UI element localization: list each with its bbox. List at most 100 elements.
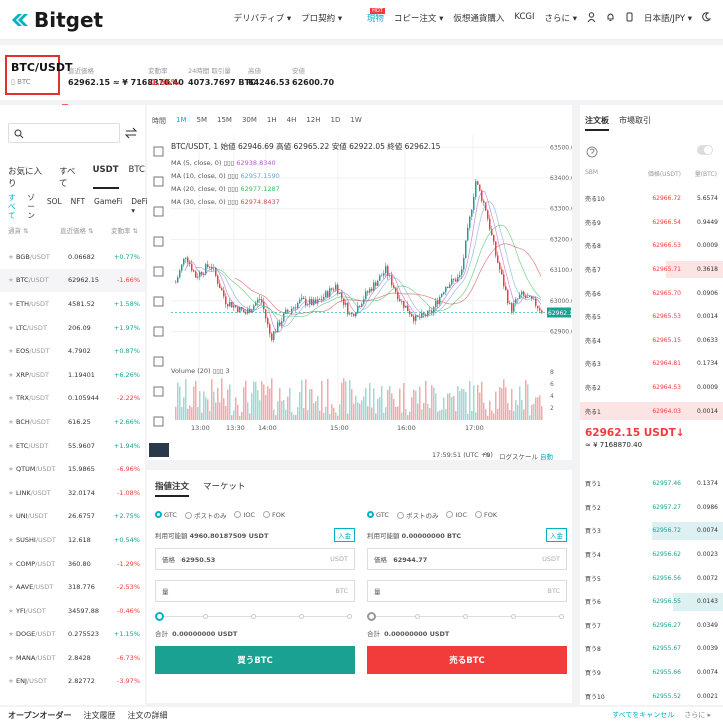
radio-ioc[interactable]: IOC (446, 511, 467, 519)
user-icon[interactable] (587, 12, 596, 25)
radio-post-only[interactable]: ポストのみ (396, 510, 438, 520)
header-price[interactable]: 直近価格 ⇅ (60, 225, 111, 235)
ask-row[interactable]: 売る3 62964.81 0.1734 (580, 352, 723, 376)
buy-btc-button[interactable]: 買うBTC (155, 646, 355, 674)
cancel-all-button[interactable]: すべてをキャンセル (612, 710, 674, 720)
tab-all[interactable]: すべて (59, 165, 83, 189)
chart-percent-toggle[interactable]: % (484, 451, 490, 459)
nav-derivatives[interactable]: デリバティブ ▾ (234, 12, 291, 25)
market-row[interactable]: ★ EOS/USDT 4.7902 +0.87% (0, 339, 145, 363)
bid-row[interactable]: 買う1 62957.46 0.1374 (580, 472, 723, 496)
tab-open-orders[interactable]: オープンオーダー (8, 710, 72, 721)
chart-log-toggle[interactable]: ログスケール (499, 451, 538, 461)
favorite-star-icon[interactable]: ★ (8, 371, 16, 379)
ask-row[interactable]: 売る1 62964.03 0.0014 (580, 399, 723, 423)
radio-fok[interactable]: FOK (475, 511, 497, 519)
bid-row[interactable]: 買う4 62956.62 0.0023 (580, 543, 723, 567)
sell-qty-input[interactable]: 量 BTC (367, 580, 567, 602)
favorite-star-icon[interactable]: ★ (8, 324, 16, 332)
favorite-star-icon[interactable]: ★ (8, 489, 16, 497)
market-row[interactable]: ★ MANA/USDT 2.8428 -6.73% (0, 646, 145, 670)
bid-row[interactable]: 買う8 62955.67 0.0039 (580, 637, 723, 661)
market-row[interactable]: ★ LINK/USDT 32.0174 -1.08% (0, 481, 145, 505)
sell-price-input[interactable]: 価格 62944.77 USDT (367, 548, 567, 570)
market-row[interactable]: ★ LTC/USDT 206.09 +1.97% (0, 316, 145, 340)
download-icon[interactable] (625, 12, 634, 25)
radio-post-only[interactable]: ポストのみ (184, 510, 226, 520)
sell-btc-button[interactable]: 売るBTC (367, 646, 567, 674)
nav-kcgi[interactable]: KCGI (514, 12, 534, 25)
favorite-star-icon[interactable]: ★ (8, 253, 16, 261)
favorite-star-icon[interactable]: ★ (8, 394, 16, 402)
swap-icon[interactable] (125, 127, 137, 139)
ask-row[interactable]: 売る7 62965.71 0.3618 (580, 258, 723, 282)
bid-row[interactable]: 買う10 62955.52 0.0021 (580, 684, 723, 708)
tab-order-history[interactable]: 注文履歴 (84, 710, 116, 721)
nav-copy-trade[interactable]: コピー注文 ▾ (394, 12, 443, 25)
tab-market[interactable]: マーケット (203, 480, 246, 497)
market-row[interactable]: ★ ETH/USDT 4581.52 +1.58% (0, 292, 145, 316)
market-row[interactable]: ★ XRP/USDT 1.19401 +6.26% (0, 363, 145, 387)
header-coin[interactable]: 通貨 ⇅ (8, 225, 60, 235)
sell-deposit-button[interactable]: 入金 (546, 528, 567, 542)
ask-row[interactable]: 売る10 62966.72 5.6574 (580, 187, 723, 211)
market-row[interactable]: ★ YFI/USDT 34597.88 -0.46% (0, 599, 145, 623)
ask-row[interactable]: 売る6 62965.70 0.0906 (580, 281, 723, 305)
tab-limit[interactable]: 指値注文 (155, 480, 190, 497)
subtab-sol[interactable]: SOL (47, 193, 62, 220)
market-row[interactable]: ★ TRX/USDT 0.105944 -2.22% (0, 387, 145, 411)
favorite-star-icon[interactable]: ★ (8, 536, 16, 544)
subtab-zone[interactable]: ゾーン (27, 193, 37, 220)
subtab-nft[interactable]: NFT (71, 193, 85, 220)
collapse-tools-button[interactable] (149, 443, 169, 457)
favorite-star-icon[interactable]: ★ (8, 347, 16, 355)
favorite-star-icon[interactable]: ★ (8, 512, 16, 520)
market-row[interactable]: ★ UNI/USDT 26.6757 +2.75% (0, 505, 145, 529)
buy-percent-slider[interactable] (155, 612, 355, 622)
ask-row[interactable]: 売る5 62965.53 0.0014 (580, 305, 723, 329)
favorite-star-icon[interactable]: ★ (8, 677, 16, 685)
market-row[interactable]: ★ QTUM/USDT 15.9865 -6.96% (0, 457, 145, 481)
tab-btc[interactable]: BTC (129, 165, 145, 189)
bitget-logo[interactable]: Bitget (10, 8, 103, 32)
tab-order-book[interactable]: 注文板 (585, 115, 609, 131)
book-layout-icon[interactable] (585, 145, 599, 159)
bid-row[interactable]: 買う9 62955.66 0.0074 (580, 661, 723, 685)
tab-order-details[interactable]: 注文の詳細 (128, 710, 168, 721)
buy-price-input[interactable]: 価格 62950.53 USDT (155, 548, 355, 570)
theme-icon[interactable] (702, 12, 712, 25)
nav-pro-contract[interactable]: プロ契約 ▾HOT (301, 8, 385, 25)
market-row[interactable]: ★ BGB/USDT 0.06682 +0.77% (0, 245, 145, 269)
header-change[interactable]: 変動率 ⇅ (111, 225, 138, 235)
ask-row[interactable]: 売る2 62964.53 0.0009 (580, 376, 723, 400)
more-link[interactable]: さらに ▸ (684, 710, 711, 720)
favorite-star-icon[interactable]: ★ (8, 300, 16, 308)
favorite-star-icon[interactable]: ★ (8, 276, 16, 284)
market-row[interactable]: ★ DOGE/USDT 0.275523 +1.15% (0, 623, 145, 647)
bid-row[interactable]: 買う6 62956.55 0.0143 (580, 590, 723, 614)
radio-fok[interactable]: FOK (263, 511, 285, 519)
language-selector[interactable]: 日本語/JPY ▾ (644, 12, 692, 25)
market-row[interactable]: ★ BCH/USDT 616.25 +2.66% (0, 410, 145, 434)
market-row[interactable]: ★ ETC/USDT 55.9607 +1.94% (0, 434, 145, 458)
market-row[interactable]: ★ COMP/USDT 360.80 -1.29% (0, 552, 145, 576)
tab-market-trades[interactable]: 市場取引 (619, 115, 651, 131)
market-row[interactable]: ★ BTC/USDT 62962.15 -1.66% (0, 268, 145, 293)
bid-row[interactable]: 買う3 62956.72 0.0074 (580, 519, 723, 543)
market-row[interactable]: ★ ENJ/USDT 2.82772 -3.97% (0, 670, 145, 694)
radio-gtc[interactable]: GTC (155, 511, 177, 519)
nav-spot[interactable]: 現物 (367, 12, 384, 25)
market-row[interactable]: ★ AAVE/USDT 318.776 -2.53% (0, 575, 145, 599)
tab-usdt[interactable]: USDT (92, 165, 119, 189)
subtab-gamefi[interactable]: GameFi (94, 193, 122, 220)
ask-row[interactable]: 売る4 62965.15 0.0633 (580, 329, 723, 353)
buy-deposit-button[interactable]: 入金 (334, 528, 355, 542)
favorite-star-icon[interactable]: ★ (8, 465, 16, 473)
buy-qty-input[interactable]: 量 BTC (155, 580, 355, 602)
favorite-star-icon[interactable]: ★ (8, 654, 16, 662)
favorite-star-icon[interactable]: ★ (8, 630, 16, 638)
bid-row[interactable]: 買う2 62957.27 0.0986 (580, 496, 723, 520)
radio-ioc[interactable]: IOC (234, 511, 255, 519)
nav-buy-crypto[interactable]: 仮想通貨購入 (453, 12, 504, 25)
chart-auto-toggle[interactable]: 自動 (540, 451, 553, 461)
